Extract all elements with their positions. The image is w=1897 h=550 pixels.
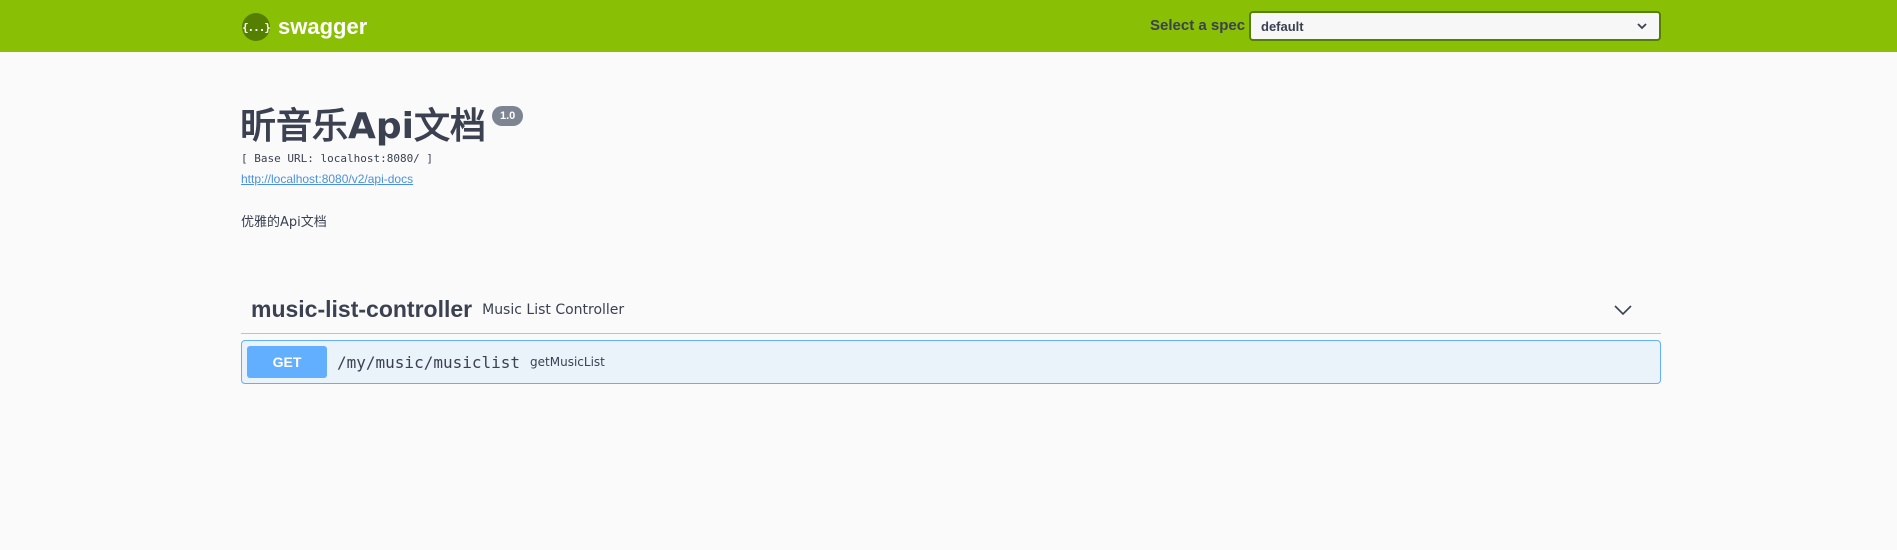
spec-select[interactable]: default (1249, 11, 1661, 41)
method-badge: GET (247, 346, 327, 378)
api-docs-link[interactable]: http://localhost:8080/v2/api-docs (241, 172, 413, 186)
swagger-brand[interactable]: {...} swagger (242, 13, 367, 41)
tag-name: music-list-controller (251, 296, 473, 322)
spec-label: Select a spec (1150, 17, 1246, 34)
version-badge: 1.0 (491, 106, 524, 126)
operation-path: /my/music/musiclist (337, 352, 521, 372)
expand-arrow-icon[interactable] (1613, 300, 1633, 320)
spec-selected-value: default (1261, 18, 1304, 34)
operation-summary: getMusicList (530, 355, 605, 369)
info-title-row: 昕音乐Api文档 1.0 (240, 104, 524, 150)
base-url: [ Base URL: localhost:8080/ ] (241, 152, 434, 165)
operation-get-musiclist[interactable]: GET /my/music/musiclist getMusicList (241, 340, 1661, 384)
tag-music-list-controller[interactable]: music-list-controller Music List Control… (241, 286, 1661, 334)
brand-name: swagger (278, 14, 368, 39)
swagger-logo-icon: {...} (242, 13, 271, 41)
chevron-down-icon (1637, 23, 1647, 30)
api-description: 优雅的Api文档 (241, 215, 327, 230)
tag-description: Music List Controller (482, 301, 625, 318)
top-bar: {...} swagger Select a spec default (0, 0, 1897, 52)
page-title: 昕音乐Api文档 (240, 106, 486, 147)
